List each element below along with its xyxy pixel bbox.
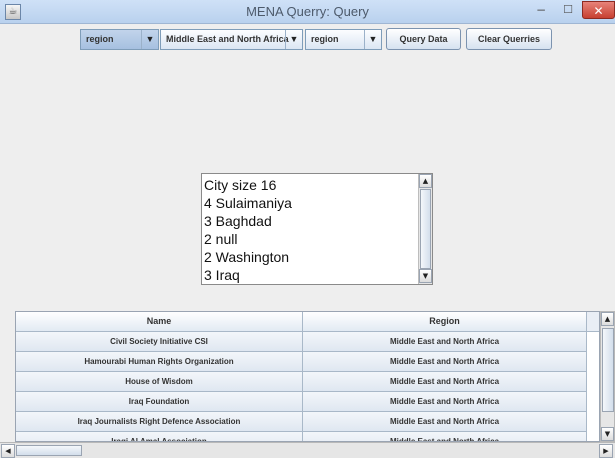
scroll-down-arrow-icon[interactable]: ▼ (419, 269, 432, 283)
table-cell-name[interactable]: Civil Society Initiative CSI (16, 332, 303, 352)
result-line: City size 16 (204, 177, 277, 193)
result-line: 2 null (204, 231, 238, 247)
window-title: MENA Querry: Query (246, 4, 369, 19)
value-select[interactable]: Middle East and North Africa ▼ (160, 29, 303, 50)
table-cell-region[interactable]: Middle East and North Africa (303, 392, 587, 412)
chevron-down-icon[interactable]: ▼ (364, 30, 381, 49)
table-cell-region[interactable]: Middle East and North Africa (303, 372, 587, 392)
results-scroll-thumb[interactable] (420, 189, 431, 269)
scroll-down-arrow-icon[interactable]: ▼ (601, 427, 614, 441)
scroll-up-arrow-icon[interactable]: ▲ (419, 174, 432, 188)
table-header: Name Region (16, 312, 599, 332)
minimize-button[interactable]: − (528, 1, 554, 19)
result-line: 3 Iraq (204, 267, 240, 283)
table-vertical-scrollbar[interactable]: ▲ ▼ (600, 311, 615, 442)
table-cell-region[interactable]: Middle East and North Africa (303, 352, 587, 372)
organizations-table: Name Region Civil Society Initiative CSI… (15, 311, 600, 442)
query-data-button[interactable]: Query Data (386, 28, 461, 50)
table-cell-name[interactable]: Iraq Journalists Right Defence Associati… (16, 412, 303, 432)
horizontal-scrollbar[interactable]: ◀ ▶ (0, 442, 615, 458)
table-cell-name[interactable]: Hamourabi Human Rights Organization (16, 352, 303, 372)
clear-queries-button[interactable]: Clear Querries (466, 28, 552, 50)
field-select-1[interactable]: region ▼ (80, 29, 159, 50)
value-select-value: Middle East and North Africa (166, 34, 289, 44)
field-select-1-value: region (86, 34, 114, 44)
column-header-name[interactable]: Name (16, 312, 303, 332)
results-text-area[interactable]: City size 16 4 Sulaimaniya 3 Baghdad 2 n… (201, 173, 433, 285)
result-line: 3 Baghdad (204, 213, 272, 229)
close-button[interactable]: ✕ (582, 1, 615, 19)
results-lines: City size 16 4 Sulaimaniya 3 Baghdad 2 n… (204, 176, 418, 284)
column-header-region[interactable]: Region (303, 312, 587, 332)
title-bar: ☕ MENA Querry: Query − ☐ ✕ (0, 0, 615, 24)
chevron-down-icon[interactable]: ▼ (141, 30, 158, 49)
results-scrollbar[interactable]: ▲ ▼ (418, 174, 432, 284)
chevron-down-icon[interactable]: ▼ (285, 30, 302, 49)
table-cell-region[interactable]: Middle East and North Africa (303, 332, 587, 352)
table-vertical-scroll-thumb[interactable] (602, 328, 614, 412)
table-cell-region[interactable]: Middle East and North Africa (303, 432, 587, 441)
query-toolbar: region ▼ Middle East and North Africa ▼ … (0, 26, 615, 52)
table-cell-name[interactable]: Iraqi Al Amal Association (16, 432, 303, 441)
field-select-2[interactable]: region ▼ (305, 29, 382, 50)
scroll-up-arrow-icon[interactable]: ▲ (601, 312, 614, 326)
maximize-button[interactable]: ☐ (556, 1, 580, 19)
table-header-corner (587, 312, 599, 332)
result-line: 2 Washington (204, 249, 290, 265)
table-cell-name[interactable]: Iraq Foundation (16, 392, 303, 412)
table-cell-region[interactable]: Middle East and North Africa (303, 412, 587, 432)
field-select-2-value: region (311, 34, 339, 44)
result-line: 4 Sulaimaniya (204, 195, 292, 211)
scroll-right-arrow-icon[interactable]: ▶ (599, 444, 613, 458)
horizontal-scroll-thumb[interactable] (16, 445, 82, 456)
scroll-left-arrow-icon[interactable]: ◀ (1, 444, 15, 458)
table-cell-name[interactable]: House of Wisdom (16, 372, 303, 392)
